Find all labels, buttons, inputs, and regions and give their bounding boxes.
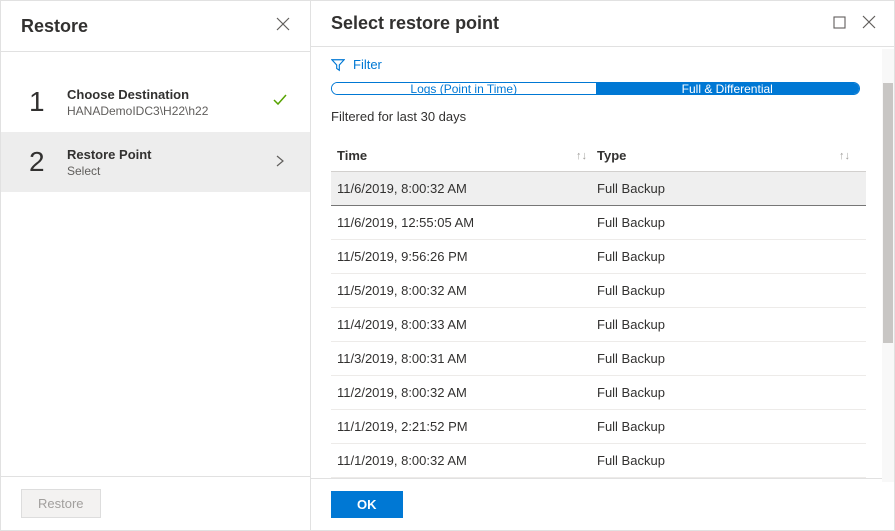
step-number: 1 [29, 86, 51, 118]
step-label: Restore Point [67, 147, 254, 162]
cell-type: Full Backup [597, 215, 860, 230]
cell-type: Full Backup [597, 351, 860, 366]
table-row[interactable]: 11/6/2019, 12:55:05 AMFull Backup [331, 206, 866, 240]
scrollbar[interactable] [882, 49, 894, 482]
table-row[interactable]: 11/1/2019, 2:21:52 PMFull Backup [331, 410, 866, 444]
table-row[interactable]: 11/6/2019, 8:00:32 AMFull Backup [331, 172, 866, 206]
table-header: Time ↑↓ Type ↑↓ [331, 140, 866, 172]
sort-icon: ↑↓ [576, 150, 597, 162]
step-sublabel: Select [67, 164, 254, 178]
cell-time: 11/6/2019, 12:55:05 AM [337, 215, 597, 230]
filter-button[interactable]: Filter [311, 47, 894, 82]
right-footer: OK [311, 478, 894, 530]
ok-button[interactable]: OK [331, 491, 403, 518]
cell-time: 11/1/2019, 8:00:32 AM [337, 453, 597, 468]
table-body: 11/6/2019, 8:00:32 AMFull Backup11/6/201… [331, 172, 866, 478]
right-title: Select restore point [331, 13, 499, 34]
cell-type: Full Backup [597, 385, 860, 400]
table-row[interactable]: 11/3/2019, 8:00:31 AMFull Backup [331, 342, 866, 376]
table-row[interactable]: 11/5/2019, 8:00:32 AMFull Backup [331, 274, 866, 308]
backup-type-toggle: Logs (Point in Time) Full & Differential [331, 82, 860, 95]
scrollbar-thumb[interactable] [883, 83, 893, 343]
checkmark-icon [272, 92, 288, 113]
close-icon [276, 17, 290, 31]
cell-type: Full Backup [597, 419, 860, 434]
table-row[interactable]: 11/2/2019, 8:00:32 AMFull Backup [331, 376, 866, 410]
wizard-steps: 1 Choose Destination HANADemoIDC3\H22\h2… [1, 52, 310, 476]
filter-label: Filter [353, 57, 382, 72]
maximize-button[interactable] [831, 13, 848, 33]
filter-status-text: Filtered for last 30 days [331, 109, 866, 124]
restore-button[interactable]: Restore [21, 489, 101, 518]
restore-points-table: Time ↑↓ Type ↑↓ 11/6/2019, 8:00:32 AMFul… [331, 140, 866, 478]
cell-time: 11/5/2019, 8:00:32 AM [337, 283, 597, 298]
cell-type: Full Backup [597, 317, 860, 332]
step-restore-point[interactable]: 2 Restore Point Select [1, 132, 310, 192]
left-footer: Restore [1, 476, 310, 530]
step-sublabel: HANADemoIDC3\H22\h22 [67, 104, 254, 118]
cell-type: Full Backup [597, 181, 860, 196]
cell-time: 11/2/2019, 8:00:32 AM [337, 385, 597, 400]
table-row[interactable]: 11/5/2019, 9:56:26 PMFull Backup [331, 240, 866, 274]
select-restore-point-panel: Select restore point Filter Logs (Point … [311, 1, 894, 530]
cell-type: Full Backup [597, 283, 860, 298]
cell-time: 11/3/2019, 8:00:31 AM [337, 351, 597, 366]
cell-time: 11/1/2019, 2:21:52 PM [337, 419, 597, 434]
toggle-logs[interactable]: Logs (Point in Time) [332, 83, 596, 94]
cell-time: 11/5/2019, 9:56:26 PM [337, 249, 597, 264]
cell-time: 11/4/2019, 8:00:33 AM [337, 317, 597, 332]
filter-icon [331, 58, 345, 72]
table-row[interactable]: 11/1/2019, 8:00:32 AMFull Backup [331, 444, 866, 478]
close-right-button[interactable] [860, 13, 878, 33]
right-header: Select restore point [311, 1, 894, 47]
left-title: Restore [21, 16, 88, 37]
maximize-icon [833, 16, 846, 29]
close-left-button[interactable] [272, 13, 294, 39]
cell-time: 11/6/2019, 8:00:32 AM [337, 181, 597, 196]
cell-type: Full Backup [597, 249, 860, 264]
close-icon [862, 15, 876, 29]
toggle-full-differential[interactable]: Full & Differential [596, 83, 860, 94]
chevron-right-icon [275, 154, 285, 170]
table-row[interactable]: 11/4/2019, 8:00:33 AMFull Backup [331, 308, 866, 342]
left-header: Restore [1, 1, 310, 52]
restore-left-panel: Restore 1 Choose Destination HANADemoIDC… [1, 1, 311, 530]
step-number: 2 [29, 146, 51, 178]
cell-type: Full Backup [597, 453, 860, 468]
step-label: Choose Destination [67, 87, 254, 102]
step-choose-destination[interactable]: 1 Choose Destination HANADemoIDC3\H22\h2… [1, 72, 310, 132]
column-type[interactable]: Type ↑↓ [597, 148, 860, 163]
column-time[interactable]: Time ↑↓ [337, 148, 597, 163]
sort-icon: ↑↓ [839, 150, 860, 162]
